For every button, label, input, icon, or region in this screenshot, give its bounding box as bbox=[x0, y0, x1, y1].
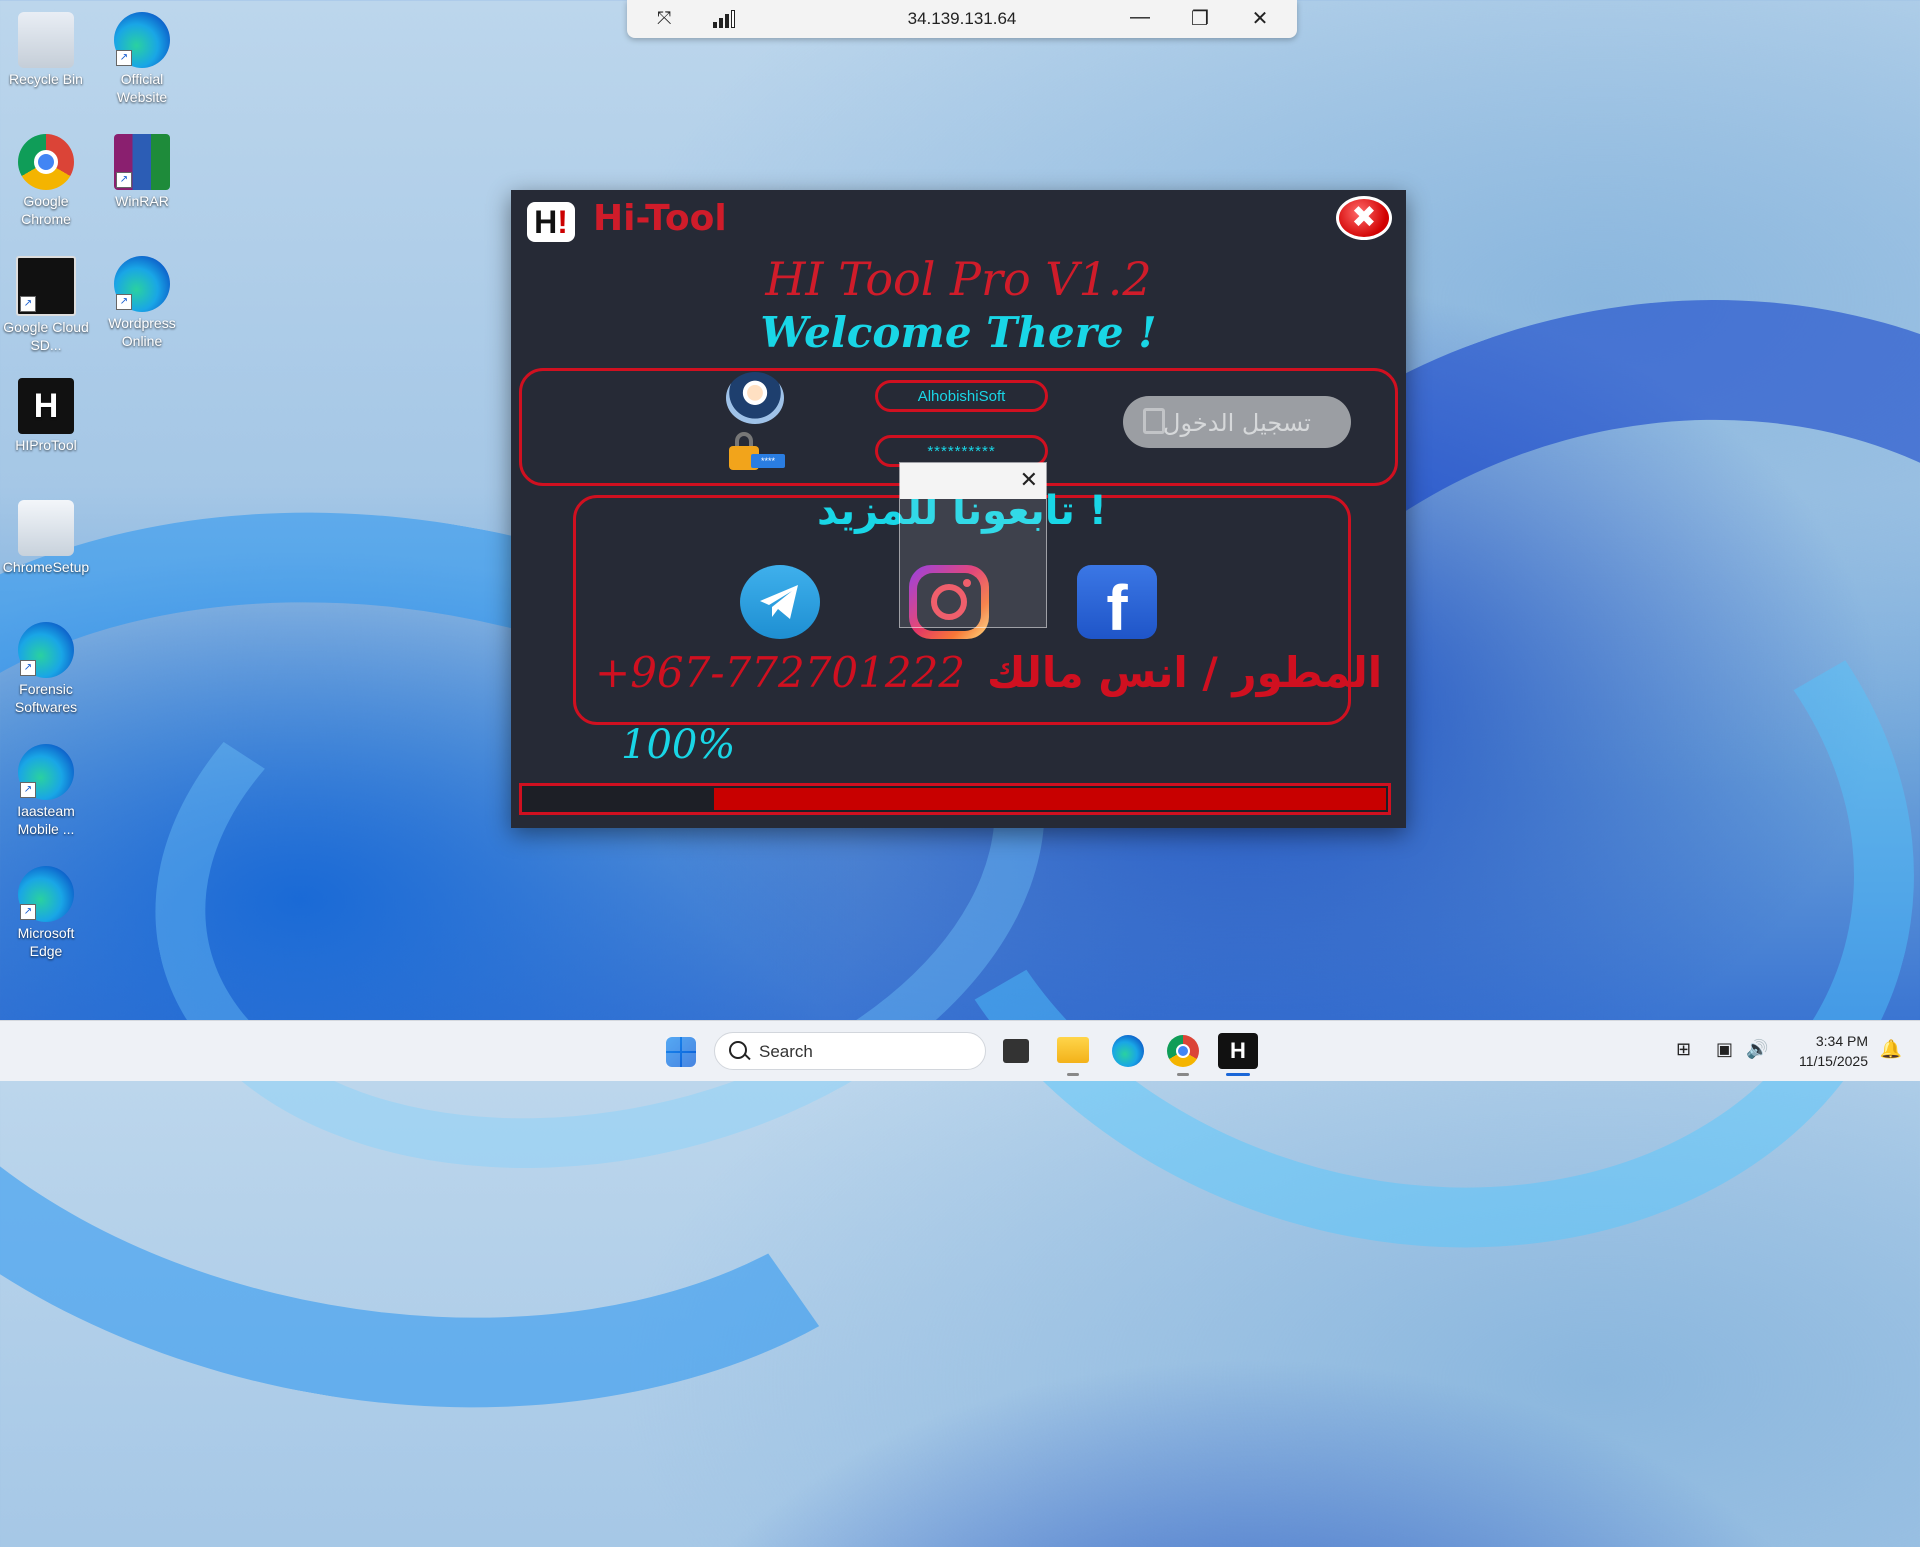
clock-date: 11/15/2025 bbox=[1798, 1053, 1868, 1069]
desktop-icon-label: Wordpress Online bbox=[108, 315, 176, 349]
monitor-tray-icon[interactable]: ▣ bbox=[1716, 1039, 1733, 1060]
desktop-icon-label: Official Website bbox=[116, 71, 168, 105]
desktop-icon-label: Iaasteam Mobile ... bbox=[17, 803, 75, 837]
task-view-icon[interactable] bbox=[1003, 1039, 1029, 1063]
taskbar: Search H ⊞ ▣ 🔊 3:34 PM 11/15/2025 🔔 bbox=[0, 1020, 1920, 1081]
volume-tray-icon[interactable]: 🔊 bbox=[1746, 1039, 1768, 1060]
file-explorer-icon[interactable] bbox=[1057, 1037, 1089, 1063]
telegram-icon[interactable] bbox=[740, 565, 820, 639]
desktop-icon-label: WinRAR bbox=[115, 193, 169, 209]
active-indicator bbox=[1226, 1073, 1250, 1076]
shortcut-arrow-icon: ↗ bbox=[116, 50, 132, 66]
running-indicator bbox=[1177, 1073, 1189, 1076]
edge-icon: ↗ bbox=[114, 12, 170, 68]
hiprotool-icon: H bbox=[18, 378, 74, 434]
restore-button[interactable]: ❐ bbox=[1185, 6, 1215, 31]
login-door-icon bbox=[1143, 408, 1165, 434]
shortcut-arrow-icon: ↗ bbox=[116, 172, 132, 188]
desktop-icon-wordpress-online[interactable]: ↗ Wordpress Online bbox=[96, 250, 188, 350]
app-title: Hi-Tool bbox=[593, 198, 727, 239]
edge-taskbar-icon[interactable] bbox=[1112, 1035, 1144, 1067]
desktop-icon-label: Google Cloud SD... bbox=[3, 319, 89, 353]
desktop-icon-iaasteam-mobile[interactable]: ↗ Iaasteam Mobile ... bbox=[0, 738, 92, 838]
version-heading: HI Tool Pro V1.2 bbox=[765, 252, 1152, 306]
developer-name: المطور / انس مالك bbox=[987, 648, 1383, 697]
progress-percent: 100% bbox=[621, 722, 736, 768]
hi-tool-logo-mark: ! bbox=[557, 204, 568, 240]
start-button[interactable] bbox=[666, 1037, 696, 1067]
desktop-icon-forensic-softwares[interactable]: ↗ Forensic Softwares bbox=[0, 616, 92, 716]
clock[interactable]: 3:34 PM 11/15/2025 bbox=[1799, 1031, 1868, 1071]
search-label: Search bbox=[759, 1042, 813, 1061]
minimize-button[interactable]: — bbox=[1125, 6, 1155, 29]
desktop-icon-official-website[interactable]: ↗ Official Website bbox=[96, 6, 188, 106]
shortcut-arrow-icon: ↗ bbox=[20, 782, 36, 798]
app-close-button[interactable]: ✖ bbox=[1336, 196, 1392, 240]
clock-time: 3:34 PM bbox=[1815, 1033, 1868, 1049]
password-badge: **** bbox=[751, 454, 785, 468]
running-indicator bbox=[1067, 1073, 1079, 1076]
desktop-icon-google-cloud-sdk[interactable]: ↗ Google Cloud SD... bbox=[0, 250, 92, 354]
edge-icon: ↗ bbox=[18, 622, 74, 678]
taskbar-search[interactable]: Search bbox=[714, 1032, 986, 1070]
desktop-icon-label: Google Chrome bbox=[21, 193, 71, 227]
username-input[interactable] bbox=[875, 380, 1048, 412]
hi-tool-logo: H! bbox=[527, 202, 575, 242]
desktop-icon-label: Microsoft Edge bbox=[17, 925, 75, 959]
progress-bar bbox=[519, 783, 1391, 815]
user-avatar-icon bbox=[726, 372, 784, 424]
shortcut-arrow-icon: ↗ bbox=[20, 296, 36, 312]
setup-icon bbox=[18, 500, 74, 556]
shortcut-arrow-icon: ↗ bbox=[20, 660, 36, 676]
edge-icon: ↗ bbox=[18, 744, 74, 800]
shortcut-arrow-icon: ↗ bbox=[20, 904, 36, 920]
login-button[interactable]: تسجيل الدخول bbox=[1123, 396, 1351, 448]
close-button[interactable]: ✕ bbox=[1245, 6, 1275, 31]
chrome-taskbar-icon[interactable] bbox=[1167, 1035, 1199, 1067]
desktop-icon-winrar[interactable]: ↗ WinRAR bbox=[96, 128, 188, 210]
desktop-icon-chromesetup[interactable]: ChromeSetup bbox=[0, 494, 92, 576]
search-icon bbox=[729, 1041, 747, 1059]
desktop-icon-google-chrome[interactable]: Google Chrome bbox=[0, 128, 92, 228]
welcome-heading: Welcome There ! bbox=[760, 308, 1157, 357]
hi-tool-logo-letter: H bbox=[534, 204, 558, 240]
recycle-bin-icon bbox=[18, 12, 74, 68]
edge-icon: ↗ bbox=[114, 256, 170, 312]
password-lock-icon: **** bbox=[729, 432, 787, 470]
desktop-icon-label: HIProTool bbox=[15, 437, 77, 453]
hiprotool-icon-letter: H bbox=[33, 387, 59, 425]
progress-fill bbox=[714, 788, 1386, 810]
notification-bell-icon[interactable]: 🔔 bbox=[1880, 1039, 1902, 1060]
desktop-icon-recycle-bin[interactable]: Recycle Bin bbox=[0, 6, 92, 88]
hiprotool-taskbar-icon[interactable]: H bbox=[1218, 1033, 1258, 1069]
winrar-icon: ↗ bbox=[114, 134, 170, 190]
chrome-icon bbox=[18, 134, 74, 190]
popup-window[interactable]: ✕ bbox=[899, 462, 1047, 628]
facebook-icon[interactable]: f bbox=[1077, 565, 1157, 639]
shortcut-arrow-icon: ↗ bbox=[116, 294, 132, 310]
desktop-icon-label: Forensic Softwares bbox=[14, 681, 78, 715]
network-tray-icon[interactable]: ⊞ bbox=[1676, 1039, 1691, 1060]
desktop-icon-microsoft-edge[interactable]: ↗ Microsoft Edge bbox=[0, 860, 92, 960]
edge-icon: ↗ bbox=[18, 866, 74, 922]
login-button-label: تسجيل الدخول bbox=[1163, 409, 1311, 437]
desktop-icon-hiprotool[interactable]: H HIProTool bbox=[0, 372, 92, 454]
desktop-icon-label: ChromeSetup bbox=[2, 559, 90, 575]
developer-phone: +967-772701222 bbox=[595, 648, 966, 697]
popup-close-button[interactable]: ✕ bbox=[1020, 467, 1038, 493]
remote-connection-bar: ⤧ 34.139.131.64 — ❐ ✕ bbox=[627, 0, 1297, 38]
desktop-icon-label: Recycle Bin bbox=[9, 71, 83, 87]
terminal-icon: ↗ bbox=[16, 256, 76, 316]
